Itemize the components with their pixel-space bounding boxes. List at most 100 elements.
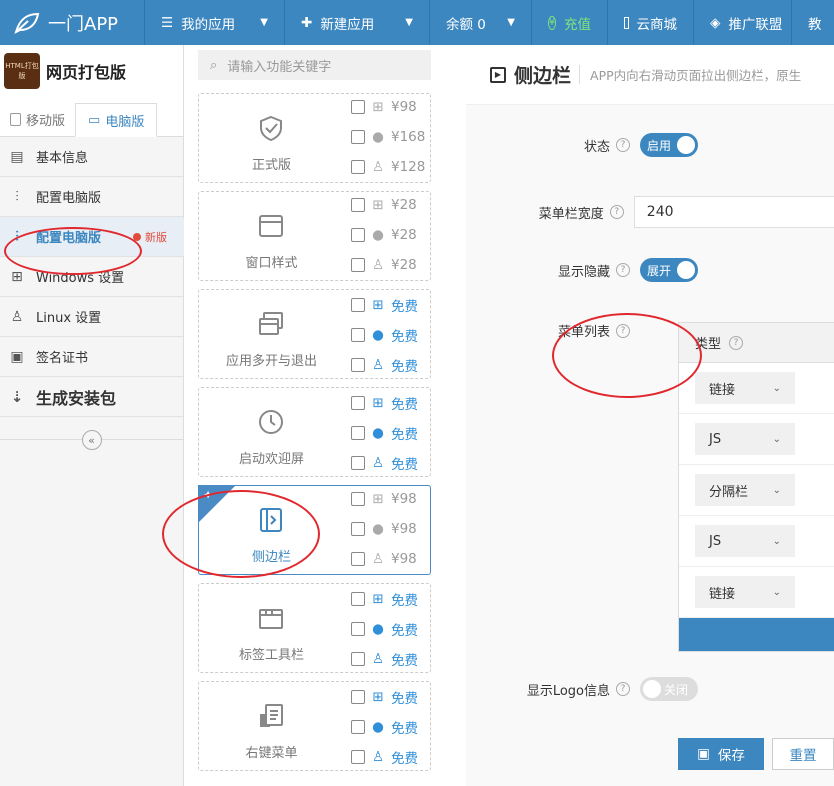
price-checkbox[interactable] xyxy=(351,100,365,114)
price-option: ♙ ¥128 xyxy=(351,159,425,175)
search-input[interactable]: 请输入功能关键字 xyxy=(227,56,331,75)
save-button[interactable]: ▣ 保存 xyxy=(678,738,764,770)
price-checkbox[interactable] xyxy=(351,720,365,734)
nav-new-app[interactable]: ✚ 新建应用 ▼ xyxy=(285,0,430,45)
brand-logo[interactable]: 一门APP xyxy=(0,0,145,45)
price-checkbox[interactable] xyxy=(351,198,365,212)
function-card[interactable]: 窗口样式 ⊞ ¥28 ● ¥28 ♙ ¥28 xyxy=(198,191,431,281)
price-text: 免费 xyxy=(391,721,418,737)
page-title: 侧边栏 xyxy=(514,65,572,87)
sidebar-item-config-desktop-new[interactable]: ⫶ 配置电脑版 新版 xyxy=(0,217,192,257)
function-card[interactable]: ✦ 侧边栏 ⊞ ¥98 ● ¥98 ♙ ¥98 xyxy=(198,485,431,575)
nav-my-apps[interactable]: ☰ 我的应用 ▼ xyxy=(145,0,285,45)
price-checkbox[interactable] xyxy=(351,622,365,636)
sidebar-item-certificate[interactable]: ▣ 签名证书 xyxy=(0,337,183,377)
add-menu-item-bar[interactable] xyxy=(679,618,834,651)
price-checkbox[interactable] xyxy=(351,426,365,440)
shop-icon xyxy=(624,16,629,29)
help-icon[interactable]: ? xyxy=(616,263,630,277)
price-checkbox[interactable] xyxy=(351,592,365,606)
tab-desktop[interactable]: ▭ 电脑版 xyxy=(75,103,158,137)
function-card-label: 正式版 xyxy=(251,158,291,173)
function-card[interactable]: 标签工具栏 ⊞ 免费 ● 免费 ♙ 免费 xyxy=(198,583,431,673)
price-text: 免费 xyxy=(391,593,418,609)
linux-icon: ♙ xyxy=(371,749,385,765)
price-checkbox[interactable] xyxy=(351,228,365,242)
windows-icon: ⊞ xyxy=(372,491,384,507)
label-text: 菜单列表 xyxy=(557,325,610,340)
menu-type-select[interactable]: 链接 ⌄ xyxy=(695,372,795,404)
price-checkbox[interactable] xyxy=(351,522,365,536)
price-checkbox[interactable] xyxy=(351,328,365,342)
help-icon[interactable]: ? xyxy=(616,138,630,152)
select-value: JS xyxy=(709,533,722,549)
badge-dot xyxy=(133,232,141,241)
function-card[interactable]: 应用多开与退出 ⊞ 免费 ● 免费 ♙ 免费 xyxy=(198,289,431,379)
price-checkbox[interactable] xyxy=(351,652,365,666)
nav-affiliate[interactable]: ◈ 推广联盟 xyxy=(694,0,792,45)
price-checkbox[interactable] xyxy=(351,130,365,144)
price-option: ● ¥28 xyxy=(351,227,417,243)
sidebar-item-config-desktop[interactable]: ⫶ 配置电脑版 xyxy=(0,177,183,217)
linux-icon: ♙ xyxy=(371,551,385,567)
menu-type-select[interactable]: 链接 ⌄ xyxy=(695,576,795,608)
nav-tutorial[interactable]: 教 xyxy=(792,0,834,45)
function-search[interactable]: ⌕ 请输入功能关键字 xyxy=(198,50,431,80)
logo-row: 显示Logo信息 ? 关闭 xyxy=(466,677,834,701)
function-card[interactable]: 正式版 ⊞ ¥98 ● ¥168 ♙ ¥128 xyxy=(198,93,431,183)
select-value: 链接 xyxy=(709,586,736,602)
menu-type-select[interactable]: 分隔栏 ⌄ xyxy=(695,474,795,506)
sidebar-item-build[interactable]: ⇣ 生成安装包 xyxy=(0,377,183,417)
chevron-down-icon: ⌄ xyxy=(772,382,781,394)
collapse-sidebar-button[interactable]: « xyxy=(81,430,102,450)
width-label: 菜单栏宽度 ? xyxy=(466,203,634,222)
function-card[interactable]: 启动欢迎屏 ⊞ 免费 ● 免费 ♙ 免费 xyxy=(198,387,431,477)
sidebar-item-linux[interactable]: ♙ Linux 设置 xyxy=(0,297,183,337)
price-text: ¥28 xyxy=(391,227,417,243)
status-toggle[interactable]: 启用 xyxy=(640,133,698,157)
price-checkbox[interactable] xyxy=(351,358,365,372)
nav-recharge[interactable]: ¥ 充值 xyxy=(532,0,608,45)
brand-name: 一门APP xyxy=(48,13,119,35)
price-checkbox[interactable] xyxy=(351,750,365,764)
menu-width-input[interactable]: 240 xyxy=(633,196,834,228)
show-hidden-row: 显示隐藏 ? 展开 xyxy=(466,258,834,282)
price-checkbox[interactable] xyxy=(351,492,365,506)
label-text: 状态 xyxy=(583,139,610,155)
menu-type-select[interactable]: JS ⌄ xyxy=(695,423,795,455)
price-checkbox[interactable] xyxy=(351,456,365,470)
sidebar-item-label: 配置电脑版 xyxy=(36,191,102,206)
toggle-label: 启用 xyxy=(647,138,672,153)
help-icon[interactable]: ? xyxy=(609,205,624,219)
reset-button[interactable]: 重置 xyxy=(772,738,834,770)
sidebar-item-basic-info[interactable]: ▤ 基本信息 xyxy=(0,137,183,177)
logo-toggle[interactable]: 关闭 xyxy=(640,677,698,701)
price-checkbox[interactable] xyxy=(351,160,365,174)
price-option: ⊞ 免费 xyxy=(351,393,418,413)
table-header: 类型 ? xyxy=(679,323,834,363)
linux-icon: ♙ xyxy=(371,257,385,273)
apple-icon: ● xyxy=(372,621,384,637)
nav-balance[interactable]: 余额 0 ▼ xyxy=(430,0,532,45)
page-header: ▶ 侧边栏 APP内向右滑动页面拉出侧边栏，原生 xyxy=(466,45,834,105)
show-hidden-toggle[interactable]: 展开 xyxy=(640,258,698,282)
price-checkbox[interactable] xyxy=(351,396,365,410)
help-icon[interactable]: ? xyxy=(729,335,744,350)
apple-icon: ● xyxy=(372,327,384,343)
help-icon[interactable]: ? xyxy=(616,682,630,696)
help-icon[interactable]: ? xyxy=(616,323,630,338)
menu-type-select[interactable]: JS ⌄ xyxy=(695,525,795,557)
price-checkbox[interactable] xyxy=(351,552,365,566)
nav-cloud-shop[interactable]: 云商城 xyxy=(608,0,694,45)
price-checkbox[interactable] xyxy=(351,258,365,272)
nav-label: 新建应用 xyxy=(320,16,375,33)
price-text: ¥28 xyxy=(391,257,417,273)
sidebar-item-windows[interactable]: ⊞ Windows 设置 xyxy=(0,257,183,297)
tab-mobile[interactable]: 移动版 xyxy=(0,103,75,136)
price-text: 免费 xyxy=(391,623,418,639)
price-checkbox[interactable] xyxy=(351,298,365,312)
shield-check-icon xyxy=(257,114,285,142)
price-checkbox[interactable] xyxy=(351,690,365,704)
function-card[interactable]: 右键菜单 ⊞ 免费 ● 免费 ♙ 免费 xyxy=(198,681,431,771)
select-value: JS xyxy=(709,431,722,447)
